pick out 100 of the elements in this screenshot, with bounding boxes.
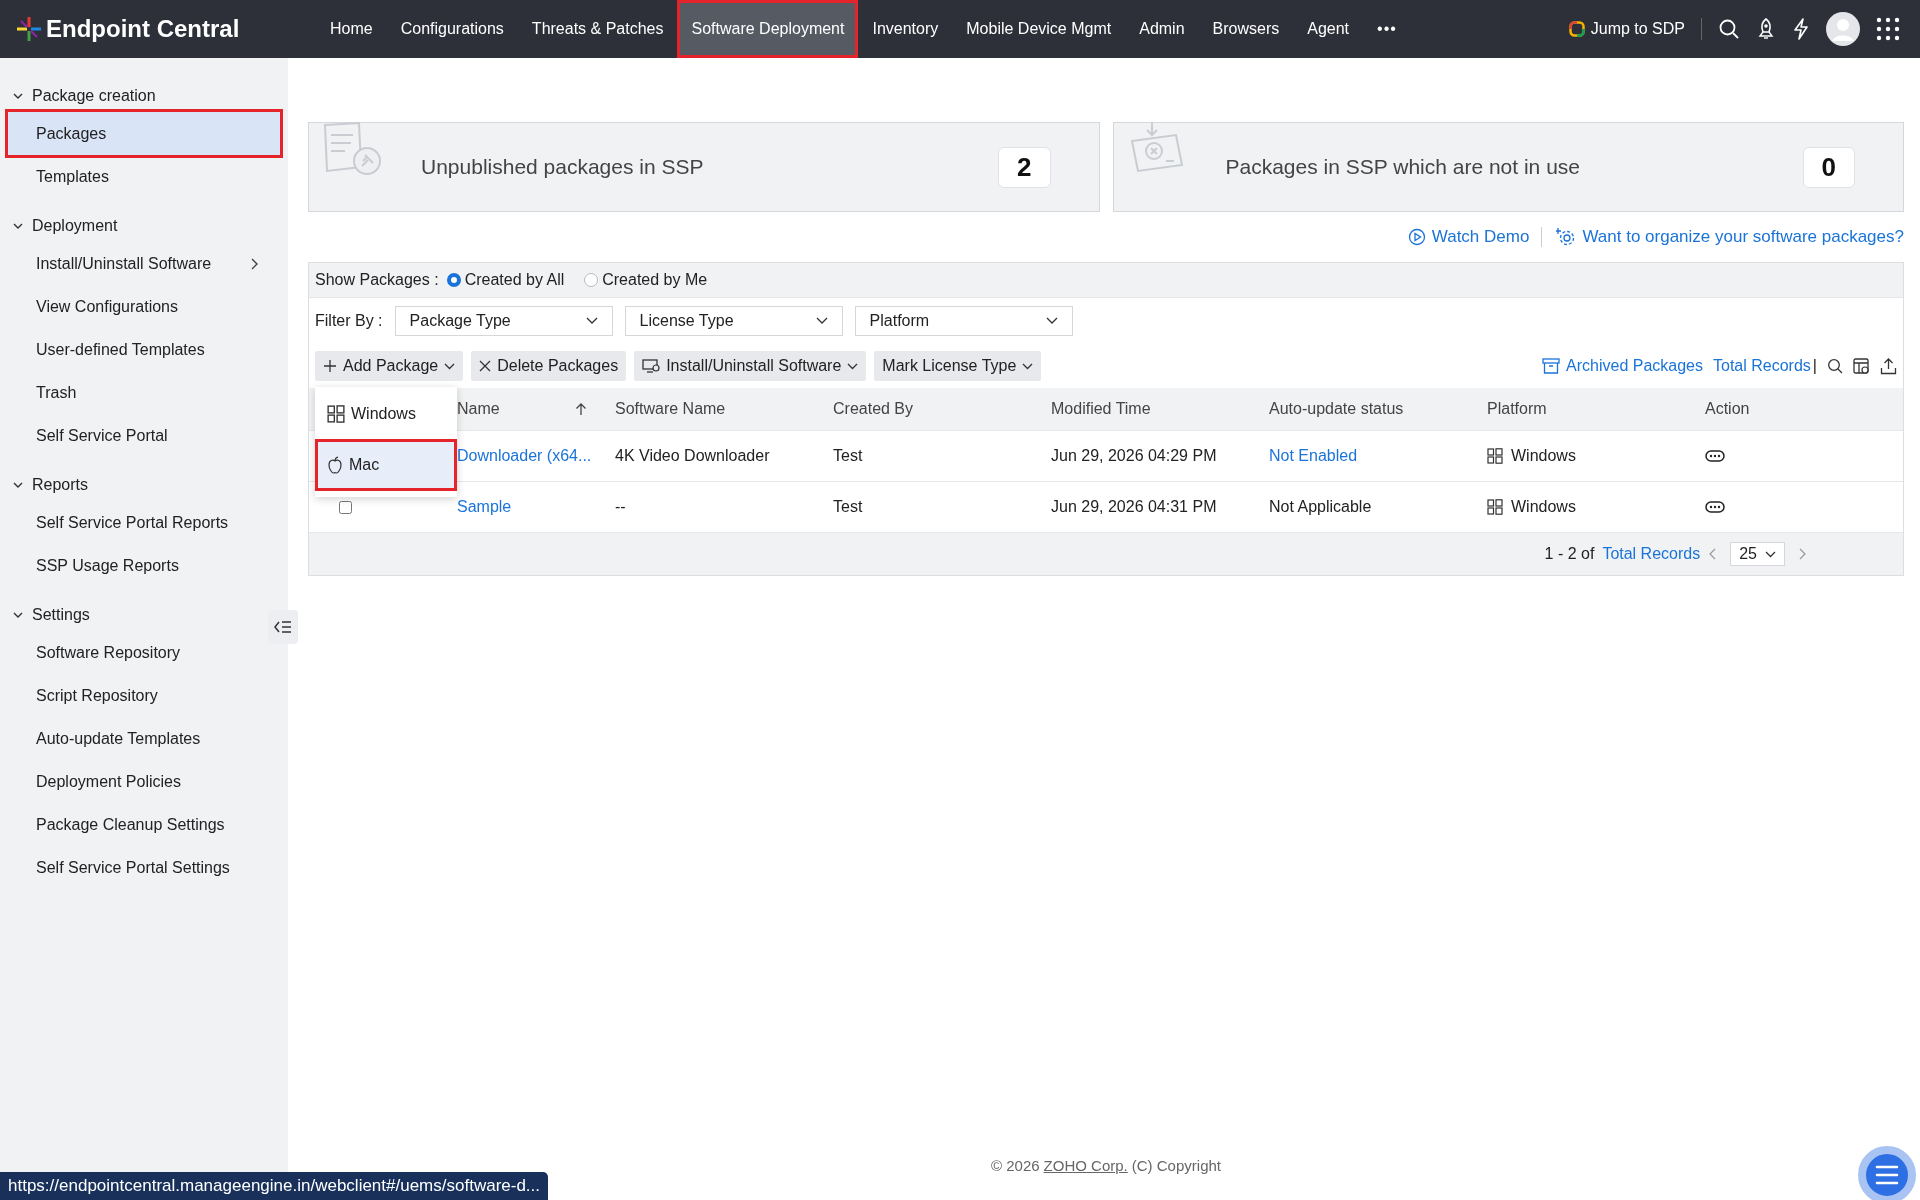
- more-actions-icon[interactable]: [1705, 501, 1725, 513]
- separator: |: [1812, 357, 1817, 375]
- count-badge: 0: [1802, 146, 1855, 188]
- sidebar-item[interactable]: Deployment Policies: [8, 760, 280, 803]
- column-header[interactable]: Created By: [819, 400, 1037, 418]
- jump-link[interactable]: Jump to SDP: [1568, 20, 1685, 38]
- summary-card[interactable]: Unpublished packages in SSP 2: [308, 122, 1100, 212]
- plus-icon: [323, 359, 337, 373]
- nav-tab[interactable]: Home: [316, 0, 387, 58]
- more-menu[interactable]: •••: [1363, 20, 1411, 38]
- column-header[interactable]: Platform: [1473, 400, 1691, 418]
- rocket-icon[interactable]: [1756, 18, 1776, 40]
- collapse-sidebar-button[interactable]: [268, 610, 298, 644]
- column-header[interactable]: Auto-update status: [1255, 400, 1473, 418]
- filter-dropdown[interactable]: Package Type: [394, 306, 613, 336]
- total-records-link[interactable]: Total Records: [1713, 357, 1811, 375]
- copyright-year: © 2026: [991, 1156, 1040, 1174]
- toolbar-button[interactable]: Mark License Type: [874, 351, 1042, 381]
- organize-packages-link[interactable]: Want to organize your software packages?: [1554, 227, 1904, 247]
- row-checkbox[interactable]: [339, 500, 352, 514]
- sidebar-item[interactable]: Templates: [8, 155, 280, 198]
- archive-icon: [1542, 358, 1561, 374]
- nav-tab[interactable]: Software Deployment: [677, 0, 859, 58]
- nav-tab[interactable]: Threats & Patches: [517, 0, 678, 58]
- show-packages-label: Show Packages :: [315, 271, 439, 289]
- more-actions-icon[interactable]: [1705, 450, 1725, 462]
- sidebar-item[interactable]: SSP Usage Reports: [8, 544, 280, 587]
- group-header[interactable]: Deployment: [0, 210, 130, 242]
- windows-icon: [327, 405, 345, 423]
- export-icon[interactable]: [1880, 357, 1897, 375]
- sidebar-item[interactable]: Trash: [8, 371, 280, 414]
- monitor-icon: [642, 359, 661, 373]
- sidebar-item[interactable]: User-defined Templates: [8, 328, 280, 371]
- card-label: Packages in SSP which are not in use: [1225, 155, 1581, 179]
- menu-item[interactable]: Mac: [315, 439, 457, 491]
- collapse-menu-icon: [273, 619, 293, 635]
- radio-option[interactable]: Created by All: [446, 271, 565, 289]
- status-url: https://endpointcentral.manageengine.in/webclient#/uems/software-d...: [0, 1172, 549, 1200]
- group-header[interactable]: Package creation: [0, 80, 168, 112]
- copyright-text: (C) Copyright: [1131, 1156, 1221, 1174]
- toolbar-button[interactable]: Install/Uninstall Software: [634, 351, 867, 381]
- sidebar-item[interactable]: Self Service Portal Reports: [8, 501, 280, 544]
- app-grid-icon[interactable]: [1876, 17, 1900, 41]
- nav-tab[interactable]: Browsers: [1198, 0, 1294, 58]
- toolbar-button[interactable]: Add Package: [315, 351, 464, 381]
- radio-option[interactable]: Created by Me: [584, 271, 708, 289]
- caret-icon: [1045, 317, 1058, 325]
- windows-icon: [1487, 499, 1503, 515]
- chat-button[interactable]: [1858, 1146, 1916, 1200]
- gear-icon: [1554, 227, 1577, 247]
- sidebar-item[interactable]: Install/Uninstall Software: [8, 242, 280, 285]
- summary-card[interactable]: Packages in SSP which are not in use 0: [1112, 122, 1904, 212]
- card-label: Unpublished packages in SSP: [421, 155, 705, 179]
- page-size-dropdown[interactable]: 25: [1730, 542, 1785, 566]
- sidebar-item[interactable]: View Configurations: [8, 285, 280, 328]
- sdp-icon: [1568, 21, 1585, 37]
- sidebar-item[interactable]: Package Cleanup Settings: [8, 803, 280, 846]
- sidebar-item[interactable]: Script Repository: [8, 674, 280, 717]
- nav-tab[interactable]: Admin: [1125, 0, 1199, 58]
- group-header[interactable]: Settings: [0, 599, 102, 631]
- table-cell: --: [615, 498, 626, 516]
- table-cell: Windows: [1511, 447, 1576, 465]
- toolbar-button[interactable]: Delete Packages: [471, 351, 627, 381]
- group-header[interactable]: Reports: [0, 469, 101, 501]
- nav-tab[interactable]: Inventory: [858, 0, 953, 58]
- column-header[interactable]: Action: [1691, 400, 1909, 418]
- nav-tab[interactable]: Configurations: [386, 0, 518, 58]
- filter-dropdown[interactable]: License Type: [624, 306, 843, 336]
- sidebar-item[interactable]: Self Service Portal: [8, 414, 280, 457]
- search-icon[interactable]: [1827, 358, 1843, 374]
- caret-icon: [444, 362, 456, 370]
- count-badge: 2: [998, 146, 1051, 188]
- columns-icon[interactable]: [1853, 357, 1870, 375]
- caret-icon: [585, 317, 598, 325]
- auto-update-link[interactable]: Not Enabled: [1269, 447, 1358, 465]
- search-icon[interactable]: [1718, 18, 1740, 40]
- sidebar-item[interactable]: Packages: [8, 112, 280, 155]
- lightning-icon[interactable]: [1792, 18, 1810, 40]
- company-link[interactable]: ZOHO Corp.: [1043, 1156, 1128, 1174]
- logo-icon: [16, 16, 42, 42]
- sidebar-item[interactable]: Self Service Portal Settings: [8, 846, 280, 889]
- next-page-icon[interactable]: [1797, 548, 1807, 560]
- filter-dropdown[interactable]: Platform: [854, 306, 1073, 336]
- archived-packages-link[interactable]: Archived Packages: [1542, 357, 1703, 375]
- sidebar-item[interactable]: Auto-update Templates: [8, 717, 280, 760]
- app-logo-text: Endpoint Central: [46, 15, 240, 43]
- sidebar-item[interactable]: Software Repository: [8, 631, 280, 674]
- avatar-icon[interactable]: [1826, 12, 1860, 46]
- column-header[interactable]: Software Name: [601, 400, 819, 418]
- watch-demo-link[interactable]: Watch Demo: [1407, 227, 1530, 247]
- package-name-link[interactable]: Downloader (x64...: [457, 447, 592, 465]
- table-cell: Windows: [1511, 498, 1576, 516]
- windows-icon: [1487, 448, 1503, 464]
- column-header[interactable]: Modified Time: [1037, 400, 1255, 418]
- nav-tab[interactable]: Mobile Device Mgmt: [952, 0, 1126, 58]
- nav-tab[interactable]: Agent: [1293, 0, 1364, 58]
- total-records-link[interactable]: Total Records: [1602, 545, 1701, 563]
- record-range: 1 - 2 of: [1544, 545, 1595, 563]
- package-name-link[interactable]: Sample: [457, 498, 512, 516]
- caret-icon: [1022, 362, 1034, 370]
